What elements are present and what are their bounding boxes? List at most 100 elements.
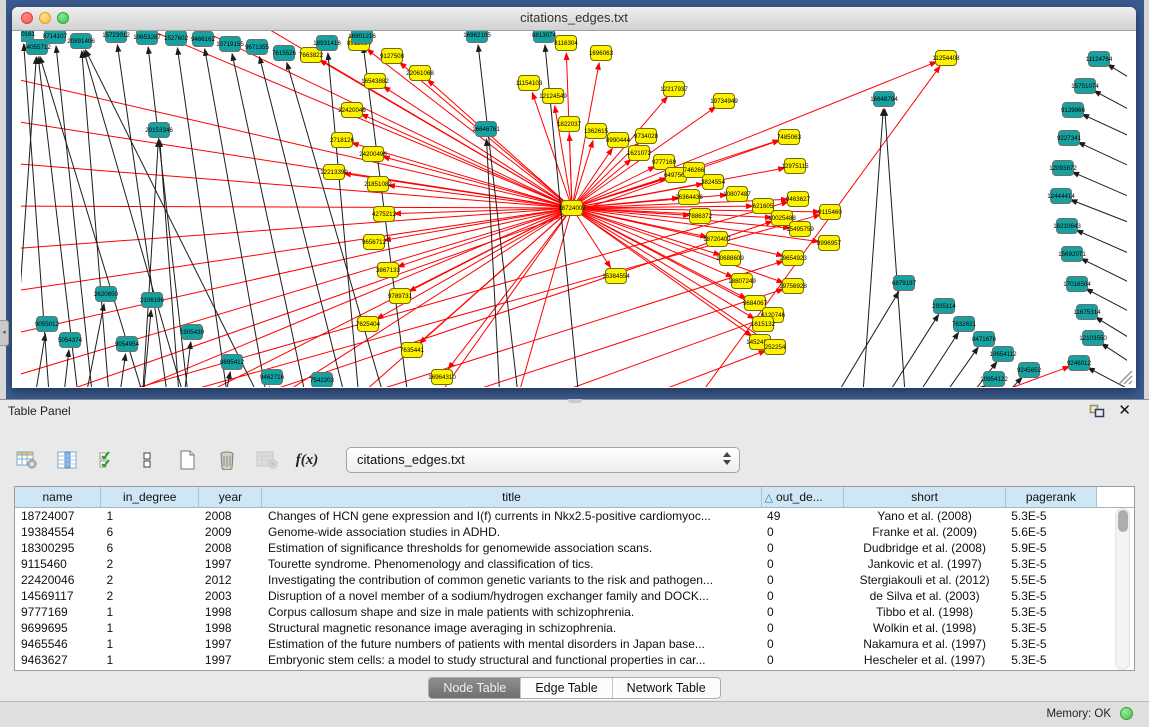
graph-edge[interactable] bbox=[1078, 142, 1127, 176]
graph-edge[interactable] bbox=[572, 97, 667, 208]
graph-node[interactable]: 11254408 bbox=[932, 51, 960, 66]
table-cell[interactable]: Hescheler et al. (1997) bbox=[844, 652, 1005, 668]
table-cell[interactable]: 1998 bbox=[199, 604, 262, 620]
column-header-out_de[interactable]: △out_de... bbox=[761, 487, 844, 508]
graph-edge[interactable] bbox=[24, 44, 51, 387]
graph-node[interactable]: 7886372 bbox=[688, 209, 713, 224]
table-cell[interactable]: 1997 bbox=[199, 652, 262, 668]
table-cell[interactable]: 1 bbox=[101, 636, 199, 652]
graph-edge[interactable] bbox=[205, 49, 271, 387]
graph-node[interactable]: 1527602 bbox=[164, 31, 189, 46]
table-cell[interactable]: 0 bbox=[761, 604, 844, 620]
table-cell[interactable]: 0 bbox=[761, 636, 844, 652]
graph-node[interactable]: 1362615 bbox=[584, 124, 609, 139]
graph-node[interactable]: 9656712 bbox=[362, 235, 387, 250]
graph-node[interactable]: 18720407 bbox=[703, 232, 731, 247]
graph-node[interactable]: 21851082 bbox=[364, 177, 392, 192]
table-cell[interactable]: Tourette syndrome. Phenomenology and cla… bbox=[262, 556, 761, 572]
graph-node[interactable]: 1621072 bbox=[627, 146, 652, 161]
graph-node[interactable]: 12444414 bbox=[1047, 189, 1075, 204]
table-cell[interactable]: 49 bbox=[761, 508, 844, 525]
column-header-title[interactable]: title bbox=[262, 487, 761, 508]
graph-node[interactable]: 8990444 bbox=[606, 133, 631, 148]
table-cell[interactable]: Estimation of significance thresholds fo… bbox=[262, 540, 761, 556]
graph-node[interactable]: 12093872 bbox=[1049, 161, 1077, 176]
graph-node[interactable]: 5054374 bbox=[58, 333, 83, 348]
graph-edge[interactable] bbox=[31, 334, 45, 387]
graph-node[interactable]: 7615526 bbox=[272, 46, 297, 61]
graph-node[interactable]: 12217937 bbox=[660, 82, 688, 97]
graph-node[interactable]: 10954122 bbox=[980, 372, 1008, 387]
column-header-name[interactable]: name bbox=[15, 487, 101, 508]
formula-builder-icon[interactable]: f(x) bbox=[294, 447, 320, 473]
graph-edge[interactable] bbox=[383, 86, 572, 208]
graph-edge[interactable] bbox=[421, 208, 572, 387]
table-cell[interactable]: 5.3E-5 bbox=[1005, 508, 1096, 525]
graph-node[interactable]: 1822037 bbox=[557, 117, 582, 132]
table-cell[interactable]: 22420046 bbox=[15, 572, 101, 588]
graph-node[interactable]: 1905439 bbox=[180, 325, 205, 340]
graph-edge[interactable] bbox=[478, 45, 521, 387]
table-cell[interactable]: 5.5E-5 bbox=[1005, 572, 1096, 588]
graph-node[interactable]: 3867133 bbox=[376, 263, 401, 278]
graph-edge[interactable] bbox=[941, 385, 986, 387]
column-visibility-icon[interactable] bbox=[54, 447, 80, 473]
table-cell[interactable]: 9699695 bbox=[15, 620, 101, 636]
graph-node[interactable]: 9227341 bbox=[1057, 131, 1082, 146]
graph-node[interactable]: 10688609 bbox=[716, 251, 744, 266]
table-cell[interactable]: Dudbridge et al. (2008) bbox=[844, 540, 1005, 556]
table-cell[interactable]: 2008 bbox=[199, 540, 262, 556]
table-cell[interactable]: 1 bbox=[101, 604, 199, 620]
graph-edge[interactable] bbox=[487, 139, 501, 387]
graph-node[interactable]: 18724007 bbox=[558, 201, 586, 216]
table-row[interactable]: 969969511998Structural magnetic resonanc… bbox=[15, 620, 1134, 636]
graph-node[interactable]: 7632621 bbox=[952, 317, 977, 332]
graph-node[interactable]: 8116304 bbox=[554, 36, 578, 51]
graph-node[interactable]: 9466162 bbox=[191, 32, 216, 47]
table-cell[interactable]: 5.3E-5 bbox=[1005, 636, 1096, 652]
graph-node[interactable]: 2620650 bbox=[94, 287, 119, 302]
table-row[interactable]: 946362711997Embryonic stem cells: a mode… bbox=[15, 652, 1134, 668]
graph-node[interactable]: 2718126 bbox=[330, 133, 355, 148]
graph-node[interactable]: 252254 bbox=[765, 340, 786, 355]
graph-node[interactable]: 19734949 bbox=[710, 94, 738, 109]
table-row[interactable]: 1456911722003Disruption of a novel membe… bbox=[15, 588, 1134, 604]
table-cell[interactable]: Changes of HCN gene expression and I(f) … bbox=[262, 508, 761, 525]
graph-node[interactable]: 9129966 bbox=[1061, 103, 1086, 118]
graph-node[interactable]: 16964310 bbox=[428, 370, 456, 385]
row-height-icon[interactable] bbox=[134, 447, 160, 473]
graph-node[interactable]: 16646761 bbox=[472, 122, 500, 137]
graph-node[interactable]: 9463627 bbox=[786, 192, 811, 207]
table-cell[interactable]: Stergiakouli et al. (2012) bbox=[844, 572, 1005, 588]
graph-edge[interactable] bbox=[21, 208, 572, 296]
graph-node[interactable]: 16543882 bbox=[361, 74, 389, 89]
table-cell[interactable]: 1 bbox=[101, 508, 199, 525]
table-cell[interactable]: Nakamura et al. (1997) bbox=[844, 636, 1005, 652]
table-cell[interactable]: 1 bbox=[101, 620, 199, 636]
select-columns-icon[interactable] bbox=[94, 447, 120, 473]
table-cell[interactable]: Tibbo et al. (1998) bbox=[844, 604, 1005, 620]
table-cell[interactable]: 2012 bbox=[199, 572, 262, 588]
column-header-year[interactable]: year bbox=[199, 487, 262, 508]
table-cell[interactable]: 0 bbox=[761, 652, 844, 668]
table-cell[interactable]: 5.3E-5 bbox=[1005, 556, 1096, 572]
table-cell[interactable]: 1997 bbox=[199, 556, 262, 572]
graph-node[interactable]: 9127508 bbox=[380, 49, 405, 64]
graph-node[interactable]: 17016504 bbox=[1063, 277, 1091, 292]
graph-node[interactable]: 7635441 bbox=[400, 343, 425, 358]
table-row[interactable]: 946554611997Estimation of the future num… bbox=[15, 636, 1134, 652]
table-cell[interactable]: 5.3E-5 bbox=[1005, 588, 1096, 604]
table-cell[interactable]: 6 bbox=[101, 524, 199, 540]
graph-node[interactable]: 15384554 bbox=[602, 269, 630, 284]
table-scrollbar-thumb[interactable] bbox=[1118, 510, 1128, 532]
graph-edge[interactable] bbox=[181, 221, 773, 387]
graph-node[interactable]: 16210643 bbox=[1053, 219, 1081, 234]
table-cell[interactable]: 9463627 bbox=[15, 652, 101, 668]
table-cell[interactable]: 1997 bbox=[199, 636, 262, 652]
graph-node[interactable]: 9245652 bbox=[1017, 363, 1042, 378]
table-cell[interactable]: 5.6E-5 bbox=[1005, 524, 1096, 540]
graph-node[interactable]: 16901216 bbox=[348, 31, 376, 44]
graph-node[interactable]: 8813074 bbox=[532, 31, 557, 43]
graph-node[interactable]: 12124549 bbox=[539, 89, 567, 104]
table-cell[interactable]: 2 bbox=[101, 588, 199, 604]
